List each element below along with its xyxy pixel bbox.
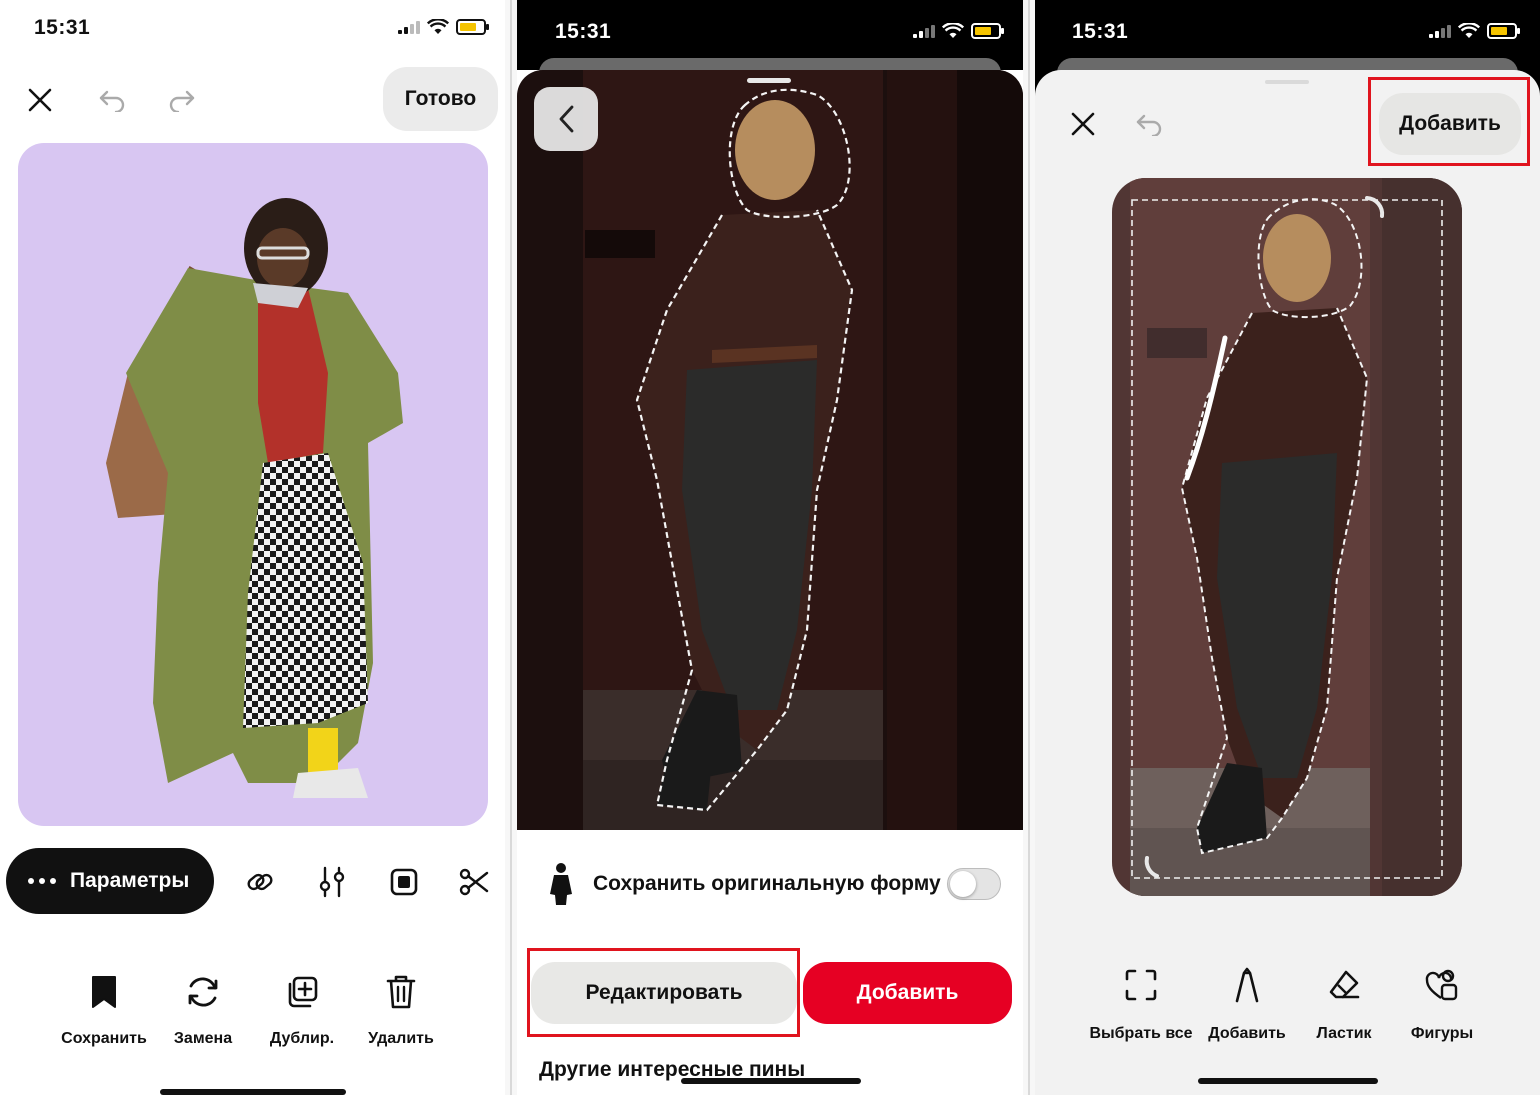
- duplicate-action[interactable]: Дублир.: [252, 970, 352, 1048]
- add-area-tool[interactable]: Добавить: [1192, 965, 1302, 1043]
- status-time: 15:31: [1072, 20, 1129, 43]
- duplicate-icon: [288, 976, 318, 1008]
- wifi-icon: [942, 23, 964, 38]
- home-indicator: [1198, 1078, 1378, 1084]
- status-bar: 15:31: [1035, 0, 1540, 60]
- select-all-tool[interactable]: Выбрать все: [1086, 965, 1196, 1043]
- sticker-tools-row: Параметры: [0, 848, 505, 914]
- eraser-icon: [1329, 970, 1360, 999]
- status-icons: [398, 19, 489, 35]
- redo-icon: [169, 90, 195, 112]
- redo-button[interactable]: [164, 82, 200, 118]
- sticker-person-image: [106, 198, 403, 798]
- frame-button[interactable]: [384, 862, 424, 902]
- wifi-icon: [1458, 23, 1480, 38]
- refresh-icon: [188, 977, 218, 1007]
- close-button[interactable]: [1065, 106, 1101, 142]
- battery-icon: [971, 23, 1004, 39]
- status-bar: 15:31: [0, 0, 505, 60]
- undo-button[interactable]: [94, 82, 130, 118]
- select-all-label: Выбрать все: [1089, 1025, 1193, 1042]
- cutout-photo[interactable]: [517, 70, 1023, 830]
- sticker-editor-panel: 15:31 Готово Параметры Сохранить Замена …: [0, 0, 505, 1095]
- close-button[interactable]: [22, 82, 58, 118]
- keep-shape-toggle[interactable]: [947, 868, 1001, 900]
- battery-icon: [456, 19, 489, 35]
- cutout-person-image: [517, 70, 1023, 830]
- highlight-box: [527, 948, 800, 1037]
- close-icon: [28, 88, 52, 112]
- add-area-label: Добавить: [1208, 1025, 1286, 1042]
- select-all-icon: [1125, 969, 1157, 1001]
- close-icon: [1071, 112, 1095, 136]
- sheet-grabber[interactable]: [1265, 80, 1309, 84]
- delete-action[interactable]: Удалить: [351, 970, 451, 1048]
- params-button[interactable]: Параметры: [6, 848, 214, 914]
- signal-icon: [913, 24, 935, 38]
- done-button[interactable]: Готово: [383, 67, 498, 131]
- duplicate-action-label: Дублир.: [269, 1030, 335, 1047]
- highlight-box: [1368, 77, 1530, 166]
- undo-icon: [1136, 114, 1162, 136]
- replace-action[interactable]: Замена: [153, 970, 253, 1048]
- home-indicator: [160, 1089, 346, 1095]
- eraser-tool[interactable]: Ластик: [1289, 965, 1399, 1043]
- battery-icon: [1487, 23, 1520, 39]
- status-icons: [1429, 23, 1520, 39]
- save-action[interactable]: Сохранить: [54, 970, 154, 1048]
- link-icon: [247, 873, 273, 891]
- panel-divider: [505, 0, 517, 1095]
- eraser-label: Ластик: [1316, 1025, 1372, 1042]
- status-bar: 15:31: [517, 0, 1023, 60]
- keep-shape-label: Сохранить оригинальную форму: [593, 872, 941, 895]
- cutout-preview-panel: 15:31 Сохранить оригинальную форму Редак…: [517, 0, 1023, 1095]
- undo-icon: [99, 90, 125, 112]
- person-silhouette-icon: [550, 863, 572, 905]
- params-label: Параметры: [70, 869, 190, 892]
- link-button[interactable]: [240, 862, 280, 902]
- sheet-grabber[interactable]: [747, 78, 791, 83]
- sticker-canvas[interactable]: [18, 143, 488, 826]
- status-icons: [913, 23, 1004, 39]
- back-button[interactable]: [534, 87, 598, 151]
- shapes-tool[interactable]: Фигуры: [1387, 965, 1497, 1043]
- more-dots-icon: [28, 878, 56, 884]
- status-time: 15:31: [34, 16, 91, 39]
- cutout-button[interactable]: [454, 862, 494, 902]
- trash-icon: [386, 975, 416, 1009]
- undo-button[interactable]: [1131, 106, 1167, 142]
- delete-action-label: Удалить: [368, 1030, 434, 1047]
- panel-divider: [1023, 0, 1035, 1095]
- shapes-icon: [1425, 969, 1458, 1001]
- wifi-icon: [427, 19, 449, 34]
- add-button[interactable]: Добавить: [803, 962, 1012, 1024]
- cutout-edit-panel: 15:31 Добавить Выбрать все Добавить Ласт…: [1035, 0, 1540, 1095]
- edit-person-image: [1112, 178, 1462, 896]
- signal-icon: [398, 20, 420, 34]
- home-indicator: [681, 1078, 861, 1084]
- square-frame-icon: [390, 868, 418, 896]
- save-action-label: Сохранить: [61, 1030, 147, 1047]
- sliders-icon: [319, 866, 345, 898]
- bookmark-icon: [92, 976, 116, 1008]
- adjust-button[interactable]: [312, 862, 352, 902]
- edit-photo[interactable]: [1112, 178, 1462, 896]
- keep-shape-row: Сохранить оригинальную форму: [517, 860, 1023, 910]
- status-time: 15:31: [555, 20, 612, 43]
- signal-icon: [1429, 24, 1451, 38]
- replace-action-label: Замена: [173, 1030, 233, 1047]
- pen-icon: [1235, 967, 1259, 1003]
- shapes-label: Фигуры: [1410, 1025, 1474, 1042]
- scissors-icon: [459, 868, 489, 896]
- chevron-left-icon: [559, 105, 574, 133]
